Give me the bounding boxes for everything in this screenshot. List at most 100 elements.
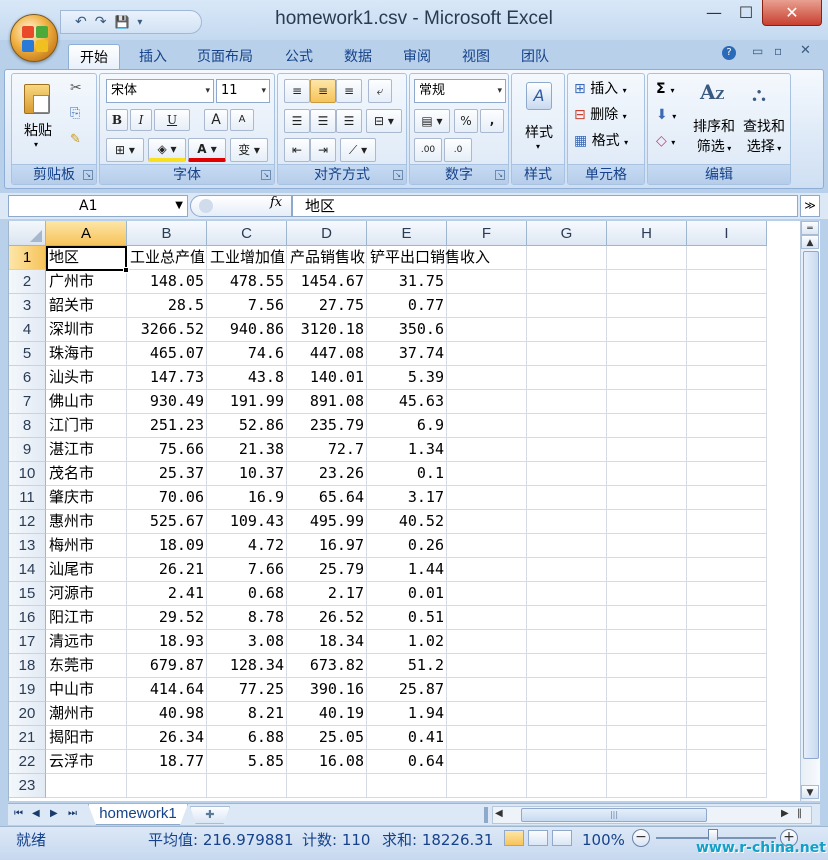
tab-data[interactable]: 数据 <box>333 44 383 70</box>
grow-font-button[interactable]: A <box>204 109 228 131</box>
cell-e13[interactable]: 0.26 <box>367 534 447 558</box>
cell-f2[interactable] <box>447 270 527 294</box>
fill-color-button[interactable]: ◈ ▾ <box>148 138 186 162</box>
cell-i8[interactable] <box>687 414 767 438</box>
cell-f15[interactable] <box>447 582 527 606</box>
cell-i18[interactable] <box>687 654 767 678</box>
cell-b18[interactable]: 679.87 <box>127 654 207 678</box>
cell-a7[interactable]: 佛山市 <box>46 390 127 414</box>
cell-c18[interactable]: 128.34 <box>207 654 287 678</box>
cell-c7[interactable]: 191.99 <box>207 390 287 414</box>
cell-a3[interactable]: 韶关市 <box>46 294 127 318</box>
cell-d10[interactable]: 23.26 <box>287 462 367 486</box>
column-header-a[interactable]: A <box>46 221 127 246</box>
cell-c11[interactable]: 16.9 <box>207 486 287 510</box>
align-middle-button[interactable]: ≡ <box>310 79 336 103</box>
column-header-g[interactable]: G <box>527 221 607 246</box>
formula-cancel-icon[interactable] <box>199 199 213 213</box>
row-header-19[interactable]: 19 <box>9 678 46 702</box>
cell-e18[interactable]: 51.2 <box>367 654 447 678</box>
cell-i4[interactable] <box>687 318 767 342</box>
cell-f19[interactable] <box>447 678 527 702</box>
cell-b5[interactable]: 465.07 <box>127 342 207 366</box>
cell-b7[interactable]: 930.49 <box>127 390 207 414</box>
cell-d23[interactable] <box>287 774 367 798</box>
page-layout-view-icon[interactable] <box>528 830 548 846</box>
cell-g1[interactable] <box>527 246 607 270</box>
tab-split-handle[interactable] <box>484 807 488 823</box>
cell-g23[interactable] <box>527 774 607 798</box>
fill-button[interactable]: ⬇ ▾ <box>656 104 676 128</box>
cell-b22[interactable]: 18.77 <box>127 750 207 774</box>
cell-b4[interactable]: 3266.52 <box>127 318 207 342</box>
comma-button[interactable]: , <box>480 109 504 133</box>
cell-f16[interactable] <box>447 606 527 630</box>
cell-f18[interactable] <box>447 654 527 678</box>
cell-i1[interactable] <box>687 246 767 270</box>
cell-i13[interactable] <box>687 534 767 558</box>
cell-g14[interactable] <box>527 558 607 582</box>
cut-icon[interactable]: ✂ <box>70 80 82 96</box>
worksheet-grid[interactable]: ABCDEFGHI 1地区工业总产值工业增加值产品销售收入铲平出口销售收入 2广州市… <box>8 221 800 801</box>
cell-h4[interactable] <box>607 318 687 342</box>
cell-e9[interactable]: 1.34 <box>367 438 447 462</box>
row-header-13[interactable]: 13 <box>9 534 46 558</box>
cell-h2[interactable] <box>607 270 687 294</box>
cell-c12[interactable]: 109.43 <box>207 510 287 534</box>
row-header-3[interactable]: 3 <box>9 294 46 318</box>
accounting-format-button[interactable]: ▤ ▾ <box>414 109 450 133</box>
align-right-button[interactable]: ☰ <box>336 109 362 133</box>
cell-g12[interactable] <box>527 510 607 534</box>
row-header-15[interactable]: 15 <box>9 582 46 606</box>
cell-b13[interactable]: 18.09 <box>127 534 207 558</box>
cell-f6[interactable] <box>447 366 527 390</box>
cell-d18[interactable]: 673.82 <box>287 654 367 678</box>
autosum-button[interactable]: Σ ▾ <box>656 78 674 102</box>
cell-b1[interactable]: 工业总产值 <box>127 246 207 270</box>
cell-f9[interactable] <box>447 438 527 462</box>
cell-i23[interactable] <box>687 774 767 798</box>
orientation-button[interactable]: ⟋ ▾ <box>340 138 376 162</box>
cell-g21[interactable] <box>527 726 607 750</box>
cell-a22[interactable]: 云浮市 <box>46 750 127 774</box>
horizontal-scroll-thumb[interactable]: ||| <box>521 808 707 822</box>
cell-h18[interactable] <box>607 654 687 678</box>
clear-button[interactable]: ◇ ▾ <box>656 130 675 154</box>
delete-cells-button[interactable]: ⊟ 删除 ▾ <box>574 104 627 128</box>
cell-e20[interactable]: 1.94 <box>367 702 447 726</box>
cell-i16[interactable] <box>687 606 767 630</box>
font-size-combo[interactable]: 11 ▾ <box>216 79 270 103</box>
cell-c21[interactable]: 6.88 <box>207 726 287 750</box>
cell-d21[interactable]: 25.05 <box>287 726 367 750</box>
split-box-h-icon[interactable]: ‖ <box>797 808 802 819</box>
cell-b11[interactable]: 70.06 <box>127 486 207 510</box>
select-all-button[interactable] <box>9 221 46 246</box>
decrease-indent-button[interactable]: ⇤ <box>284 138 310 162</box>
decrease-decimal-button[interactable]: .0 <box>444 138 472 162</box>
cell-c9[interactable]: 21.38 <box>207 438 287 462</box>
cell-c16[interactable]: 8.78 <box>207 606 287 630</box>
cell-e3[interactable]: 0.77 <box>367 294 447 318</box>
row-header-8[interactable]: 8 <box>9 414 46 438</box>
cell-h1[interactable] <box>607 246 687 270</box>
first-sheet-icon[interactable]: ⏮ <box>14 808 23 819</box>
cell-d1[interactable]: 产品销售收入 <box>287 246 367 270</box>
cell-b15[interactable]: 2.41 <box>127 582 207 606</box>
cell-c8[interactable]: 52.86 <box>207 414 287 438</box>
cell-h20[interactable] <box>607 702 687 726</box>
cell-h3[interactable] <box>607 294 687 318</box>
cell-g13[interactable] <box>527 534 607 558</box>
cell-a2[interactable]: 广州市 <box>46 270 127 294</box>
font-name-combo[interactable]: 宋体 ▾ <box>106 79 214 103</box>
ribbon-restore-icon[interactable]: ▫ <box>774 44 782 58</box>
cell-e22[interactable]: 0.64 <box>367 750 447 774</box>
zoom-out-button[interactable]: − <box>632 829 650 847</box>
close-button[interactable]: ✕ <box>762 0 822 26</box>
cell-e15[interactable]: 0.01 <box>367 582 447 606</box>
tab-page-layout[interactable]: 页面布局 <box>186 44 264 70</box>
cell-a13[interactable]: 梅州市 <box>46 534 127 558</box>
alignment-launcher-icon[interactable]: ↘ <box>393 170 403 180</box>
normal-view-icon[interactable] <box>504 830 524 846</box>
cell-d9[interactable]: 72.7 <box>287 438 367 462</box>
italic-button[interactable]: I <box>130 109 152 131</box>
